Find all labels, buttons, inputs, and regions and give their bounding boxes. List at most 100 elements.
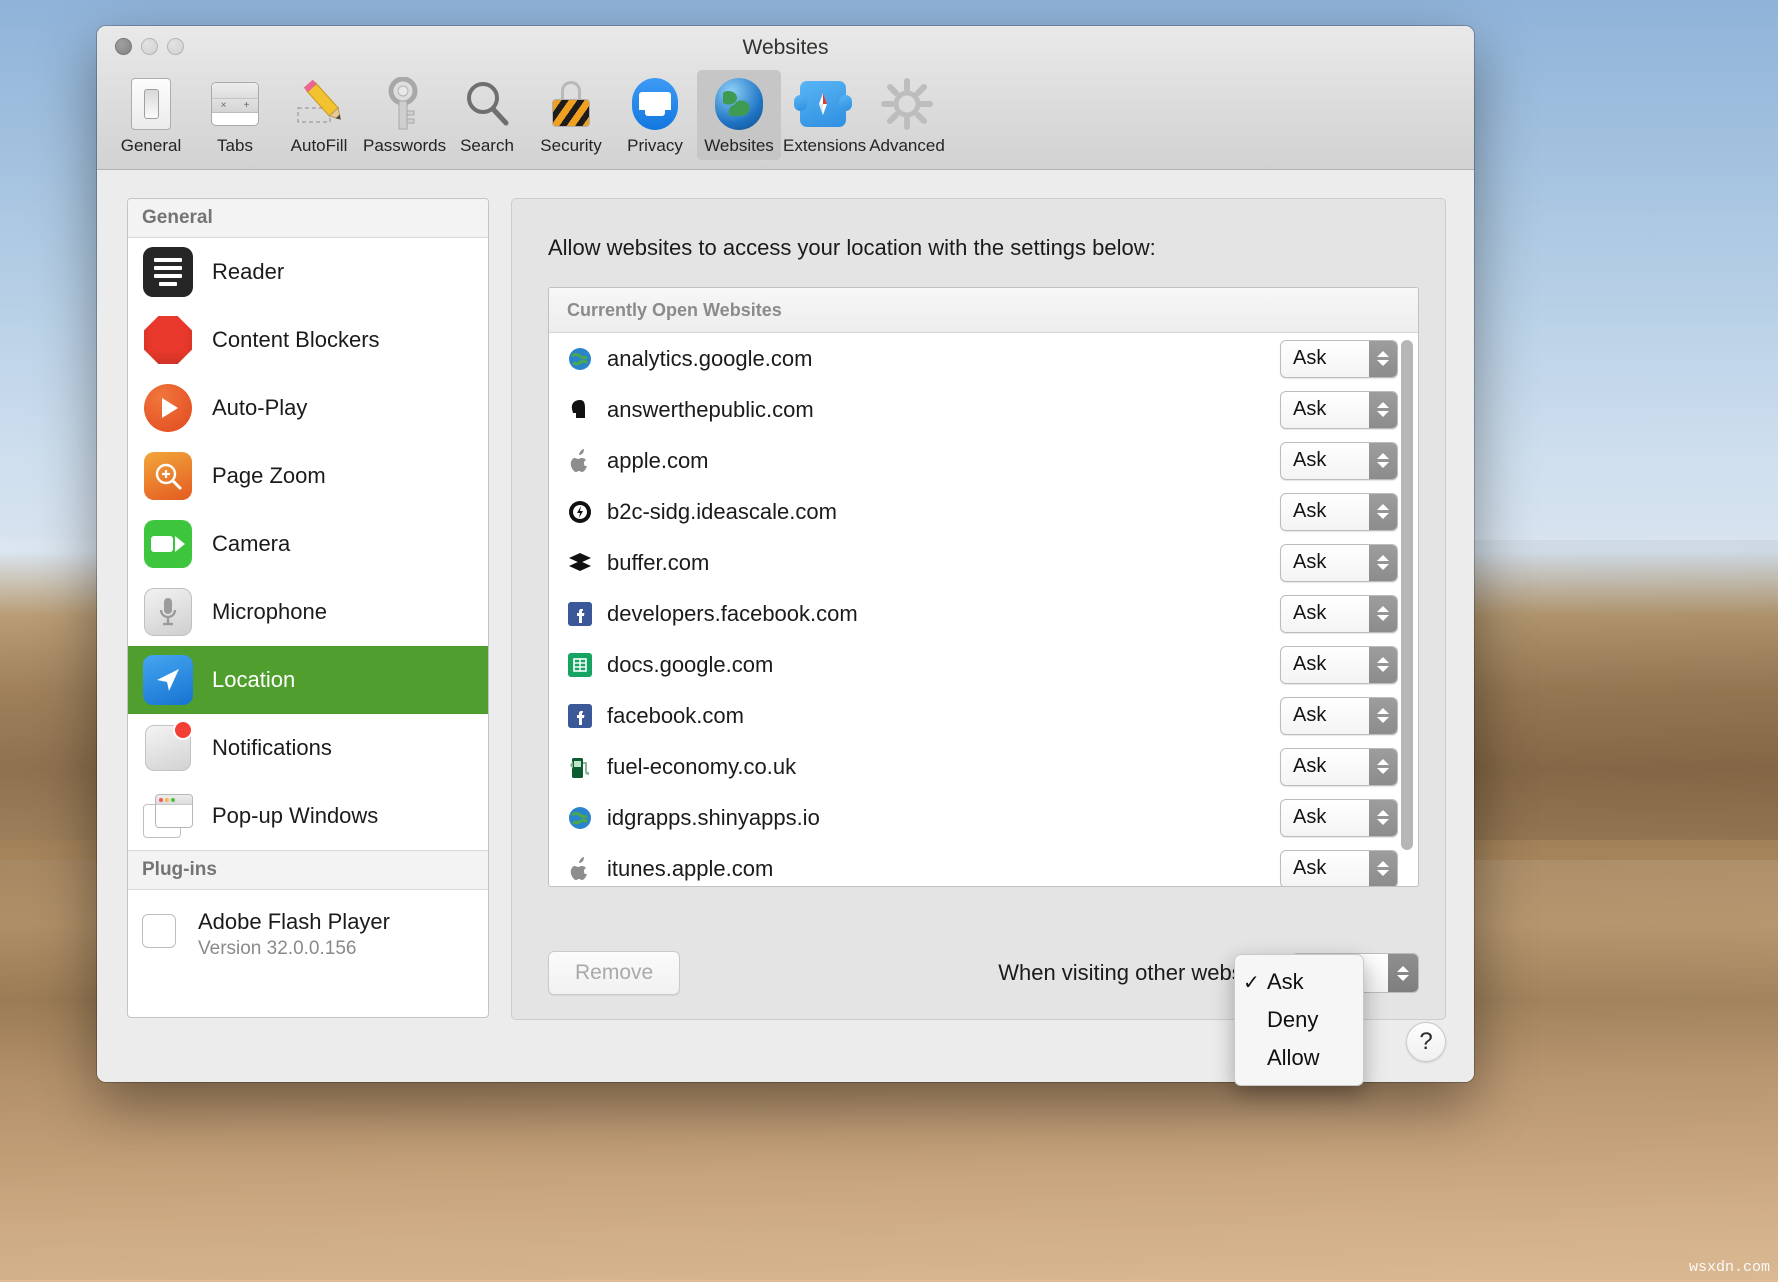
toolbar-tab-label: Advanced xyxy=(867,136,947,156)
facebook-favicon xyxy=(567,601,593,627)
layers-favicon xyxy=(567,550,593,576)
sidebar-item-label: Camera xyxy=(212,531,290,557)
sidebar-item-label: Pop-up Windows xyxy=(212,803,378,829)
sidebar-item-content-blockers[interactable]: Content Blockers xyxy=(128,306,488,374)
general-icon xyxy=(111,76,191,132)
stepper-icon[interactable] xyxy=(1369,443,1397,479)
list-scrollbar[interactable] xyxy=(1400,340,1414,880)
permission-dropdown[interactable]: Ask xyxy=(1280,493,1398,531)
table-row[interactable]: fuel-economy.co.uk Ask xyxy=(549,741,1418,792)
remove-button[interactable]: Remove xyxy=(548,951,680,995)
fuelpump-favicon xyxy=(567,754,593,780)
toolbar-tab-security[interactable]: Security xyxy=(529,70,613,160)
plugin-version: Version 32.0.0.156 xyxy=(198,938,390,960)
globe-icon xyxy=(699,76,779,132)
permission-dropdown[interactable]: Ask xyxy=(1280,391,1398,429)
ideascale-favicon xyxy=(567,499,593,525)
stepper-icon[interactable] xyxy=(1369,596,1397,632)
toolbar-tab-tabs[interactable]: ×+ Tabs xyxy=(193,70,277,160)
stepper-icon[interactable] xyxy=(1388,954,1418,992)
permission-dropdown[interactable]: Ask xyxy=(1280,595,1398,633)
notification-badge-dot xyxy=(173,720,193,740)
permission-dropdown[interactable]: Ask xyxy=(1280,748,1398,786)
stepper-icon[interactable] xyxy=(1369,749,1397,785)
sidebar-item-label: Page Zoom xyxy=(212,463,326,489)
notifications-icon xyxy=(142,722,194,774)
popup-windows-icon xyxy=(142,790,194,842)
stop-sign-icon xyxy=(142,314,194,366)
sidebar-item-location[interactable]: Location xyxy=(128,646,488,714)
table-row[interactable]: buffer.com Ask xyxy=(549,537,1418,588)
table-row[interactable]: docs.google.com Ask xyxy=(549,639,1418,690)
table-row[interactable]: apple.com Ask xyxy=(549,435,1418,486)
sidebar-item-notifications[interactable]: Notifications xyxy=(128,714,488,782)
toolbar-tab-websites[interactable]: Websites xyxy=(697,70,781,160)
permission-dropdown[interactable]: Ask xyxy=(1280,340,1398,378)
permission-value: Ask xyxy=(1281,398,1369,421)
sidebar-item-microphone[interactable]: Microphone xyxy=(128,578,488,646)
toolbar-tab-label: Search xyxy=(447,136,527,156)
toolbar-tab-label: Websites xyxy=(699,136,779,156)
plugin-checkbox[interactable] xyxy=(142,914,176,948)
stepper-icon[interactable] xyxy=(1369,341,1397,377)
sidebar-item-reader[interactable]: Reader xyxy=(128,238,488,306)
toolbar-tab-extensions[interactable]: Extensions xyxy=(781,70,865,160)
tabs-icon: ×+ xyxy=(195,76,275,132)
toolbar-tab-privacy[interactable]: Privacy xyxy=(613,70,697,160)
page-zoom-icon xyxy=(142,450,194,502)
window-toolbar: Websites General ×+ Tabs xyxy=(97,26,1474,170)
stepper-icon[interactable] xyxy=(1369,851,1397,887)
stepper-icon[interactable] xyxy=(1369,800,1397,836)
table-row[interactable]: itunes.apple.com Ask xyxy=(549,843,1418,886)
autofill-icon xyxy=(279,76,359,132)
menu-item-ask[interactable]: ✓ Ask xyxy=(1235,963,1363,1001)
permission-dropdown[interactable]: Ask xyxy=(1280,646,1398,684)
table-row[interactable]: facebook.com Ask xyxy=(549,690,1418,741)
toolbar-tab-autofill[interactable]: AutoFill xyxy=(277,70,361,160)
stepper-icon[interactable] xyxy=(1369,494,1397,530)
websites-list[interactable]: analytics.google.com Ask answerthepublic… xyxy=(549,333,1418,886)
stepper-icon[interactable] xyxy=(1369,392,1397,428)
menu-item-deny[interactable]: Deny xyxy=(1235,1001,1363,1039)
sidebar-item-popup-windows[interactable]: Pop-up Windows xyxy=(128,782,488,850)
permission-value: Ask xyxy=(1281,602,1369,625)
permission-value: Ask xyxy=(1281,653,1369,676)
menu-item-label: Deny xyxy=(1267,1007,1318,1033)
sidebar-group-general: General xyxy=(128,199,488,238)
toolbar-tab-passwords[interactable]: Passwords xyxy=(361,70,445,160)
permission-dropdown[interactable]: Ask xyxy=(1280,799,1398,837)
websites-listbox: Currently Open Websites analytics.google… xyxy=(548,287,1419,887)
table-row[interactable]: developers.facebook.com Ask xyxy=(549,588,1418,639)
table-row[interactable]: b2c-sidg.ideascale.com Ask xyxy=(549,486,1418,537)
stepper-icon[interactable] xyxy=(1369,647,1397,683)
toolbar-tab-label: Privacy xyxy=(615,136,695,156)
permission-dropdown[interactable]: Ask xyxy=(1280,544,1398,582)
magnifier-icon xyxy=(447,76,527,132)
sidebar-item-page-zoom[interactable]: Page Zoom xyxy=(128,442,488,510)
sidebar-item-camera[interactable]: Camera xyxy=(128,510,488,578)
toolbar-tab-advanced[interactable]: Advanced xyxy=(865,70,949,160)
permission-dropdown[interactable]: Ask xyxy=(1280,850,1398,887)
toolbar-tab-general[interactable]: General xyxy=(109,70,193,160)
website-name: buffer.com xyxy=(607,550,1280,576)
menu-item-label: Allow xyxy=(1267,1045,1320,1071)
stepper-icon[interactable] xyxy=(1369,698,1397,734)
toolbar-tab-search[interactable]: Search xyxy=(445,70,529,160)
table-row[interactable]: idgrapps.shinyapps.io Ask xyxy=(549,792,1418,843)
permission-popup-menu[interactable]: ✓ Ask Deny Allow xyxy=(1234,954,1364,1086)
permission-dropdown[interactable]: Ask xyxy=(1280,442,1398,480)
sidebar-item-auto-play[interactable]: Auto-Play xyxy=(128,374,488,442)
toolbar-tab-label: AutoFill xyxy=(279,136,359,156)
website-name: itunes.apple.com xyxy=(607,856,1280,882)
head-favicon xyxy=(567,397,593,423)
preferences-body: General Reader Content Blockers Auto-Pla… xyxy=(97,170,1474,1082)
help-button[interactable]: ? xyxy=(1406,1022,1446,1062)
plugin-row-adobe-flash-player[interactable]: Adobe Flash Player Version 32.0.0.156 xyxy=(128,890,488,960)
scrollbar-thumb[interactable] xyxy=(1401,340,1413,850)
table-row[interactable]: answerthepublic.com Ask xyxy=(549,384,1418,435)
menu-item-allow[interactable]: Allow xyxy=(1235,1039,1363,1077)
permission-dropdown[interactable]: Ask xyxy=(1280,697,1398,735)
location-arrow-icon xyxy=(142,654,194,706)
table-row[interactable]: analytics.google.com Ask xyxy=(549,333,1418,384)
stepper-icon[interactable] xyxy=(1369,545,1397,581)
